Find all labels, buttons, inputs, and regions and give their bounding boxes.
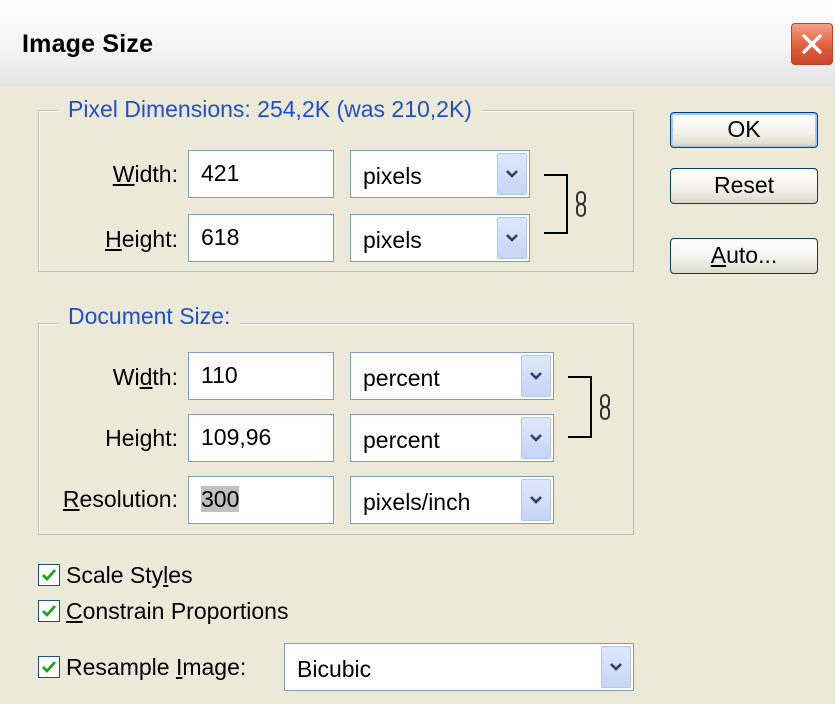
title-bar[interactable]: Image Size [0, 0, 835, 86]
constrain-proportions-label[interactable]: Constrain Proportions [66, 598, 288, 625]
resample-image-label[interactable]: Resample Image: [66, 654, 246, 681]
document-height-label: Height: [105, 425, 178, 451]
resample-image-checkbox[interactable] [38, 656, 60, 678]
dropdown-button[interactable] [521, 479, 551, 521]
pixel-dimensions-legend: Pixel Dimensions: 254,2K (was 210,2K) [58, 96, 482, 123]
pixel-link-bracket [544, 174, 568, 234]
dropdown-button[interactable] [521, 355, 551, 397]
chevron-down-icon [530, 496, 542, 504]
reset-button[interactable]: Reset [670, 168, 818, 204]
resolution-unit-select[interactable]: pixels/inch [350, 476, 554, 524]
chain-link-icon [576, 191, 586, 217]
resolution-value: 300 [201, 486, 240, 512]
document-width-unit-value: percent [363, 365, 440, 391]
pixel-height-unit-value: pixels [363, 227, 422, 253]
ok-button[interactable]: OK [670, 112, 818, 148]
dropdown-button[interactable] [497, 153, 527, 195]
image-size-dialog: Image Size Pixel Dimensions: 254,2K (was… [0, 0, 835, 704]
pixel-width-input[interactable]: 421 [188, 150, 334, 198]
chevron-down-icon [530, 372, 542, 380]
pixel-height-input[interactable]: 618 [188, 214, 334, 262]
chevron-down-icon [530, 434, 542, 442]
document-width-input[interactable]: 110 [188, 352, 334, 400]
close-button[interactable] [791, 23, 833, 65]
pixel-width-unit-value: pixels [363, 163, 422, 189]
document-link-bracket [568, 376, 592, 438]
pixel-height-label: Height: [105, 226, 178, 252]
dialog-title: Image Size [22, 30, 154, 58]
checkmark-icon [42, 605, 57, 618]
document-height-unit-select[interactable]: percent [350, 414, 554, 462]
scale-styles-checkbox[interactable] [38, 564, 60, 586]
resample-method-value: Bicubic [297, 656, 372, 682]
pixel-height-unit-select[interactable]: pixels [350, 214, 530, 262]
resample-method-select[interactable]: Bicubic [284, 643, 634, 691]
auto-button[interactable]: Auto... [670, 238, 818, 274]
checkmark-icon [42, 661, 57, 674]
close-icon [802, 34, 822, 54]
chain-link-icon [600, 394, 610, 420]
constrain-proportions-checkbox[interactable] [38, 600, 60, 622]
dropdown-button[interactable] [497, 217, 527, 259]
chevron-down-icon [506, 234, 518, 242]
scale-styles-label[interactable]: Scale Styles [66, 562, 193, 589]
pixel-width-unit-select[interactable]: pixels [350, 150, 530, 198]
document-height-unit-value: percent [363, 427, 440, 453]
chevron-down-icon [610, 663, 622, 671]
chevron-down-icon [506, 170, 518, 178]
resolution-input[interactable]: 300 [188, 476, 334, 524]
document-width-unit-select[interactable]: percent [350, 352, 554, 400]
dropdown-button[interactable] [521, 417, 551, 459]
dropdown-button[interactable] [601, 646, 631, 688]
resolution-unit-value: pixels/inch [363, 489, 471, 515]
document-size-legend: Document Size: [58, 303, 241, 330]
document-width-label: Width: [112, 364, 178, 390]
resolution-label: Resolution: [62, 486, 178, 512]
checkmark-icon [42, 569, 57, 582]
document-height-input[interactable]: 109,96 [188, 414, 334, 462]
pixel-width-label: Width: [112, 161, 178, 187]
